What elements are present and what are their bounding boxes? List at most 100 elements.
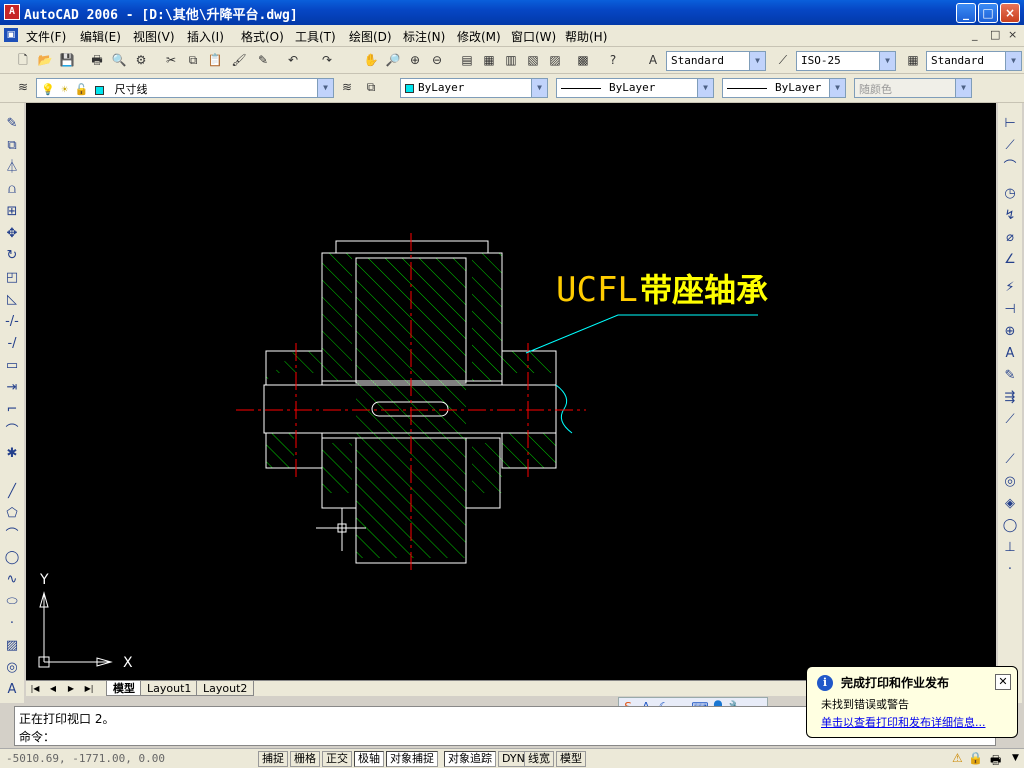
polar-toggle[interactable]: 极轴 bbox=[354, 751, 384, 767]
match-properties-icon[interactable]: 🖌 bbox=[230, 51, 248, 69]
spline-icon[interactable]: ∿ bbox=[3, 571, 21, 589]
layer-select[interactable]: 💡 ☀ 🔓 尺寸线 ▼ bbox=[36, 78, 334, 98]
point-icon[interactable]: · bbox=[3, 615, 21, 633]
text-style-icon[interactable]: A bbox=[644, 51, 662, 69]
chevron-down-icon[interactable]: ▼ bbox=[1005, 52, 1021, 70]
snap-endpoint-icon[interactable]: ⟋ bbox=[1001, 451, 1019, 469]
menu-draw[interactable]: 绘图(D) bbox=[349, 28, 392, 45]
dim-style-icon[interactable]: ⟋ bbox=[774, 51, 792, 69]
linear-dimension-icon[interactable]: ⊢ bbox=[1001, 115, 1019, 133]
paste-icon[interactable]: 📋 bbox=[206, 51, 224, 69]
menu-edit[interactable]: 编辑(E) bbox=[80, 28, 121, 45]
mtext-icon[interactable]: A bbox=[3, 681, 21, 699]
dim-style-icon[interactable]: ⟋ bbox=[1001, 411, 1019, 429]
first-tab-icon[interactable]: |◀ bbox=[28, 682, 42, 695]
dim-update-icon[interactable]: ⇶ bbox=[1001, 389, 1019, 407]
array-icon[interactable]: ⊞ bbox=[3, 203, 21, 221]
close-button[interactable]: × bbox=[1000, 3, 1020, 23]
menu-format[interactable]: 格式(O) bbox=[241, 28, 284, 45]
plot-icon[interactable]: 🖶 bbox=[88, 51, 106, 69]
autocad-logo-icon[interactable]: A bbox=[4, 4, 20, 20]
line-icon[interactable]: ╱ bbox=[3, 483, 21, 501]
status-menu-icon[interactable]: ▼ bbox=[1012, 753, 1019, 763]
ellipse-icon[interactable]: ⬭ bbox=[3, 593, 21, 611]
menu-help[interactable]: 帮助(H) bbox=[565, 28, 607, 45]
otrack-toggle[interactable]: 对象追踪 bbox=[444, 751, 496, 767]
angular-dimension-icon[interactable]: ∠ bbox=[1001, 251, 1019, 269]
snap-quadrant-icon[interactable]: ◈ bbox=[1001, 495, 1019, 513]
dim-edit-icon[interactable]: ✎ bbox=[1001, 367, 1019, 385]
quick-dimension-icon[interactable]: ⚡ bbox=[1001, 279, 1019, 297]
aligned-dimension-icon[interactable]: ⟋ bbox=[1001, 137, 1019, 155]
drawing-canvas[interactable]: UCFL 带座轴承 Y X bbox=[26, 103, 996, 680]
arc-length-icon[interactable]: ⌒ bbox=[1001, 159, 1019, 177]
model-toggle[interactable]: 模型 bbox=[556, 751, 586, 767]
annotation-prefix[interactable]: UCFL bbox=[556, 270, 638, 310]
region-icon[interactable]: ◎ bbox=[3, 659, 21, 677]
help-icon[interactable]: ? bbox=[604, 51, 622, 69]
tool-palettes-icon[interactable]: ▥ bbox=[502, 51, 520, 69]
mirror-icon[interactable]: ⏃ bbox=[3, 159, 21, 177]
explode-icon[interactable]: ✱ bbox=[3, 445, 21, 463]
mdi-close-button[interactable]: × bbox=[1008, 28, 1017, 41]
plot-status-icon[interactable]: 🖶 bbox=[990, 751, 1001, 768]
menu-modify[interactable]: 修改(M) bbox=[457, 28, 501, 45]
scale-icon[interactable]: ◰ bbox=[3, 269, 21, 287]
erase-icon[interactable]: ✎ bbox=[3, 115, 21, 133]
snap-none-icon[interactable]: · bbox=[1001, 561, 1019, 579]
undo-icon[interactable]: ↶ bbox=[284, 51, 302, 69]
last-tab-icon[interactable]: ▶| bbox=[82, 682, 96, 695]
sheet-set-icon[interactable]: ▧ bbox=[524, 51, 542, 69]
prev-tab-icon[interactable]: ◀ bbox=[46, 682, 60, 695]
open-file-icon[interactable]: 📂 bbox=[36, 51, 54, 69]
menu-view[interactable]: 视图(V) bbox=[133, 28, 175, 45]
next-tab-icon[interactable]: ▶ bbox=[64, 682, 78, 695]
arc-icon[interactable]: ⌒ bbox=[3, 527, 21, 545]
menu-window[interactable]: 窗口(W) bbox=[511, 28, 556, 45]
copy-object-icon[interactable]: ⧉ bbox=[3, 137, 21, 155]
osnap-toggle[interactable]: 对象捕捉 bbox=[386, 751, 438, 767]
lock-icon[interactable]: 🔒 bbox=[968, 751, 983, 765]
zoom-realtime-icon[interactable]: 🔎 bbox=[384, 51, 402, 69]
command-prompt[interactable]: 命令： bbox=[19, 728, 55, 745]
diameter-dimension-icon[interactable]: ⌀ bbox=[1001, 229, 1019, 247]
mdi-restore-button[interactable]: □ bbox=[990, 28, 1000, 41]
table-style-icon[interactable]: ▦ bbox=[904, 51, 922, 69]
hatch-icon[interactable]: ▨ bbox=[3, 637, 21, 655]
zoom-window-icon[interactable]: ⊕ bbox=[406, 51, 424, 69]
move-icon[interactable]: ✥ bbox=[3, 225, 21, 243]
circle-icon[interactable]: ◯ bbox=[3, 549, 21, 567]
new-file-icon[interactable]: 🗋 bbox=[14, 51, 32, 69]
chevron-down-icon[interactable]: ▼ bbox=[531, 79, 547, 97]
radius-dimension-icon[interactable]: ◷ bbox=[1001, 185, 1019, 203]
menu-insert[interactable]: 插入(I) bbox=[187, 28, 224, 45]
menu-dimension[interactable]: 标注(N) bbox=[403, 28, 445, 45]
text-style-select[interactable]: Standard ▼ bbox=[666, 51, 766, 71]
properties-icon[interactable]: ▤ bbox=[458, 51, 476, 69]
dim-text-edit-icon[interactable]: A bbox=[1001, 345, 1019, 363]
save-icon[interactable]: 💾 bbox=[58, 51, 76, 69]
cut-icon[interactable]: ✂ bbox=[162, 51, 180, 69]
menu-file[interactable]: 文件(F) bbox=[26, 28, 66, 45]
chevron-down-icon[interactable]: ▼ bbox=[697, 79, 713, 97]
snap-center-icon[interactable]: ◎ bbox=[1001, 473, 1019, 491]
annotation-suffix[interactable]: 带座轴承 bbox=[640, 271, 768, 309]
dim-style-select[interactable]: ISO-25 ▼ bbox=[796, 51, 896, 71]
layer-previous-icon[interactable]: ⧉ bbox=[362, 78, 380, 96]
plot-preview-icon[interactable]: 🔍 bbox=[110, 51, 128, 69]
minimize-button[interactable]: _ bbox=[956, 3, 976, 23]
grid-toggle[interactable]: 栅格 bbox=[290, 751, 320, 767]
zoom-previous-icon[interactable]: ⊖ bbox=[428, 51, 446, 69]
publish-icon[interactable]: ⚙ bbox=[132, 51, 150, 69]
table-style-select[interactable]: Standard ▼ bbox=[926, 51, 1022, 71]
close-icon[interactable]: ✕ bbox=[995, 674, 1011, 690]
offset-icon[interactable]: ⩍ bbox=[3, 181, 21, 199]
jogged-dimension-icon[interactable]: ↯ bbox=[1001, 207, 1019, 225]
layer-manager-icon[interactable]: ≋ bbox=[14, 78, 32, 96]
fillet-icon[interactable]: ⌒ bbox=[3, 423, 21, 441]
chevron-down-icon[interactable]: ▼ bbox=[317, 79, 333, 97]
menu-tools[interactable]: 工具(T) bbox=[295, 28, 336, 45]
communication-center-icon[interactable]: ⚠ bbox=[952, 751, 963, 765]
mdi-minimize-button[interactable]: _ bbox=[972, 28, 978, 41]
snap-perpendicular-icon[interactable]: ⊥ bbox=[1001, 539, 1019, 557]
